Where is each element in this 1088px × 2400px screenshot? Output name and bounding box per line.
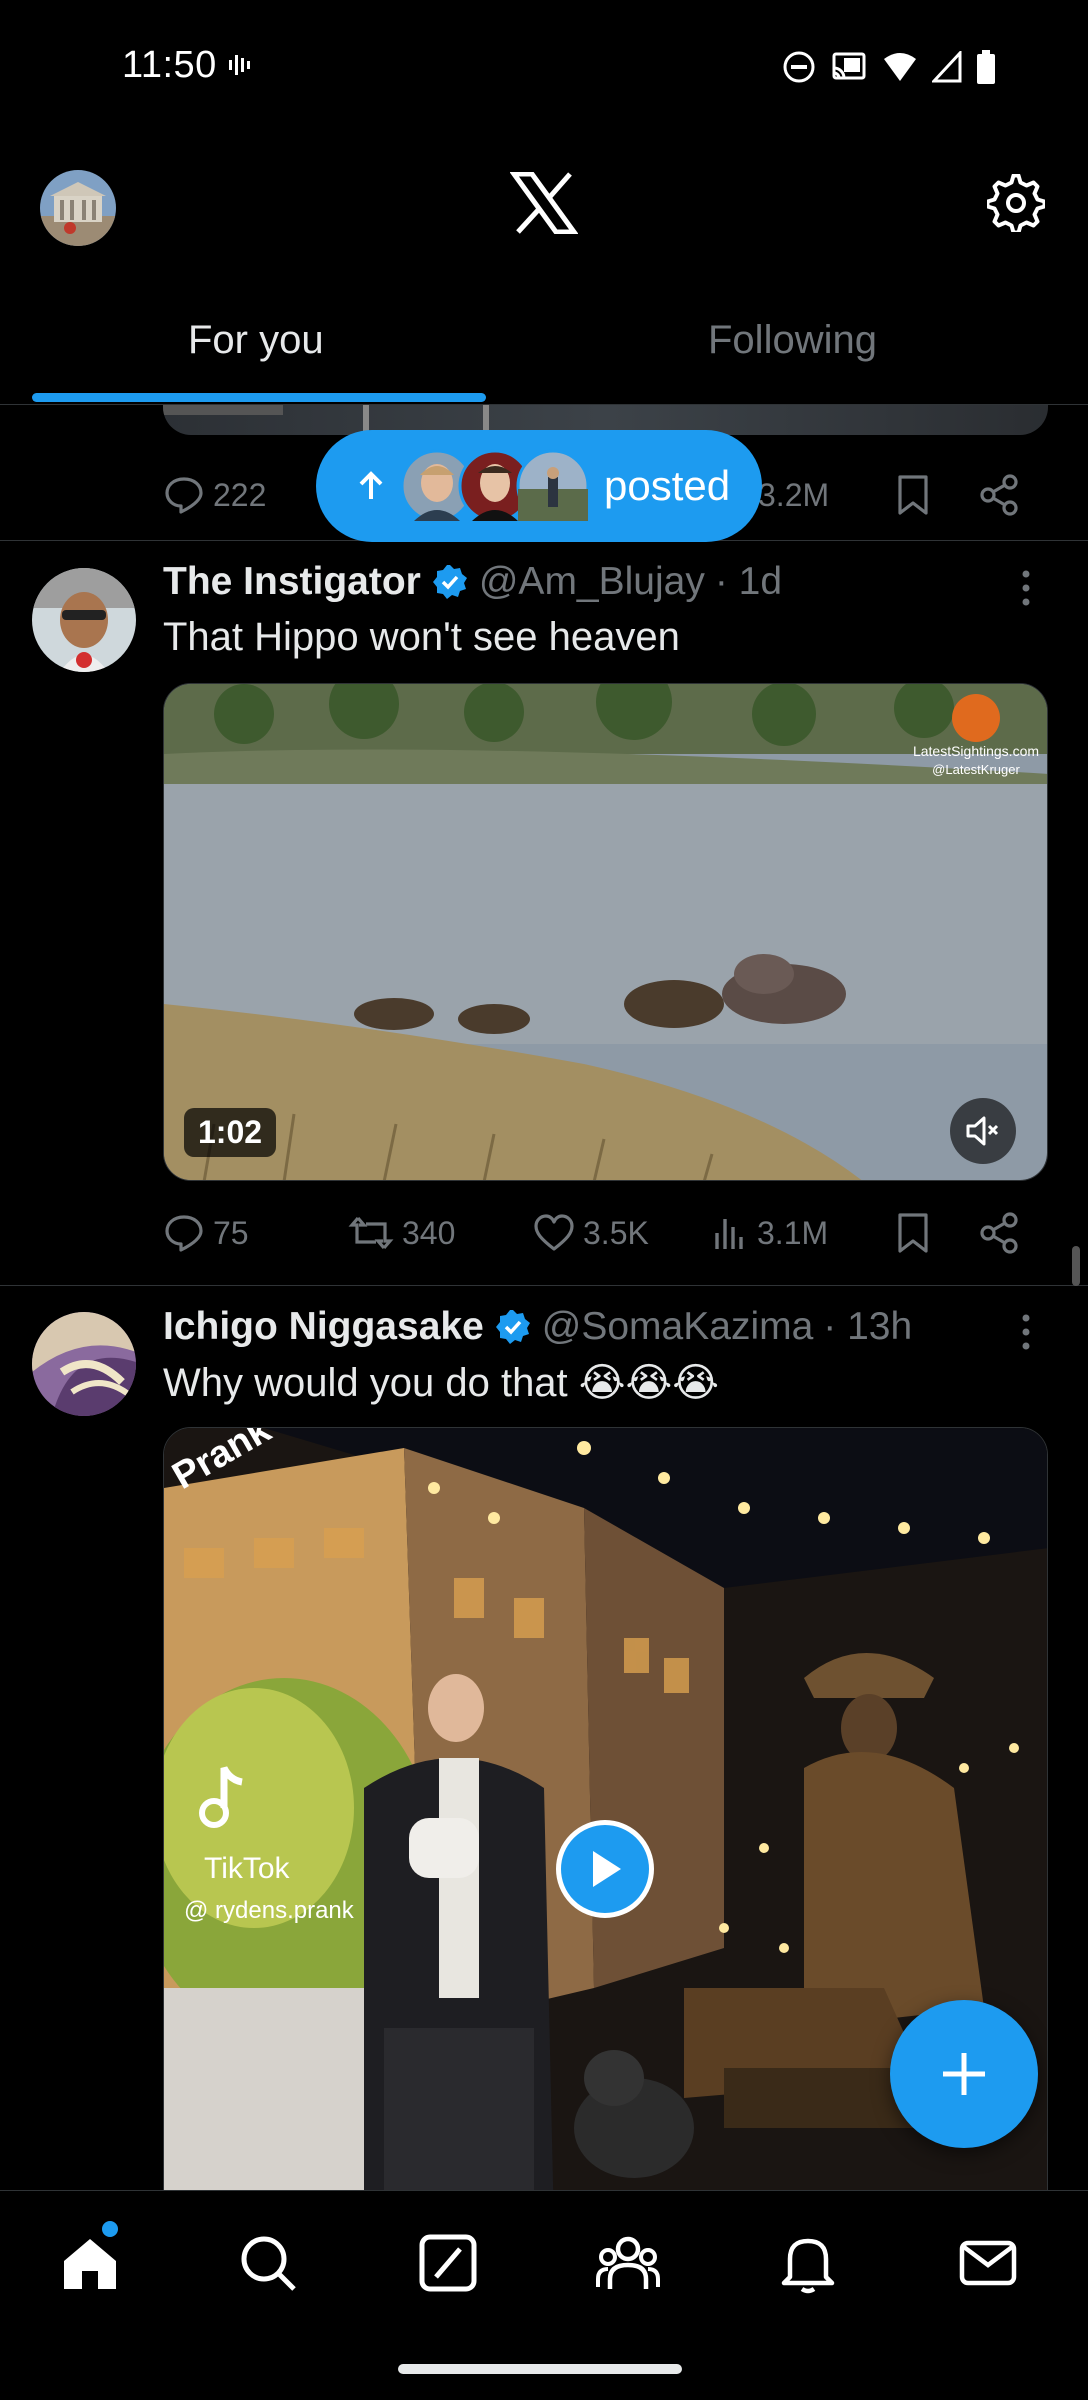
reply-count: 75 [213, 1214, 249, 1251]
verified-badge-icon [432, 565, 467, 599]
gear-icon[interactable] [987, 174, 1045, 232]
tweet-header: The Instigator @Am_Blujay · 1d [163, 560, 782, 604]
tweet-header: Ichigo Niggasake @SomaKazima · 13h [163, 1305, 912, 1349]
reply-button[interactable]: 222 [163, 474, 266, 516]
share-icon [980, 474, 1018, 516]
tweet-author-avatar[interactable] [32, 568, 136, 672]
share-button[interactable] [978, 1211, 1022, 1255]
tweet-author-avatar[interactable] [32, 1312, 136, 1416]
views-button[interactable]: 3.2M [758, 477, 829, 514]
play-button[interactable] [556, 1820, 654, 1918]
grok-icon[interactable] [416, 2231, 480, 2295]
status-time: 11:50 [122, 44, 217, 86]
search-icon[interactable] [236, 2231, 300, 2295]
repost-icon [348, 1216, 394, 1250]
battery-icon [977, 50, 995, 84]
share-button[interactable] [978, 473, 1022, 517]
more-options-icon[interactable] [1014, 1312, 1038, 1352]
messages-icon[interactable] [956, 2231, 1020, 2295]
repost-button[interactable]: 340 [348, 1212, 455, 1254]
tweet-text: Why would you do that 😭😭😭 [163, 1361, 719, 1405]
notifications-icon[interactable] [776, 2231, 840, 2295]
like-count: 3.5K [583, 1214, 649, 1251]
reply-icon [165, 477, 203, 514]
mute-button[interactable] [950, 1098, 1016, 1164]
tweet-video[interactable]: LatestSightings.com @LatestKruger 1:02 [163, 683, 1048, 1181]
tweet-text: That Hippo won't see heaven [163, 615, 680, 659]
reply-icon [165, 1215, 203, 1252]
view-count: 3.2M [758, 476, 830, 513]
bookmark-button[interactable] [893, 473, 933, 517]
posted-avatars [400, 449, 590, 523]
tweet-divider [0, 1285, 1088, 1286]
wifi-icon [884, 53, 916, 81]
verified-badge-icon [495, 1310, 530, 1344]
tweet-time: · 1d [714, 560, 783, 603]
arrow-up-icon [359, 471, 383, 499]
new-posts-pill[interactable]: posted [316, 430, 762, 542]
home-notification-dot [102, 2221, 118, 2237]
reply-button[interactable]: 75 [163, 1212, 249, 1254]
bookmark-icon [898, 475, 928, 515]
video-watermark: LatestSightings.com [913, 743, 1039, 759]
video-frame: LatestSightings.com @LatestKruger [164, 684, 1047, 1180]
video-watermark-handle: @LatestKruger [932, 762, 1020, 777]
tab-following[interactable]: Following [708, 318, 877, 363]
play-icon [593, 1851, 621, 1887]
status-bar: 11:50 [0, 0, 1088, 140]
heart-icon [534, 1214, 574, 1251]
communities-icon[interactable] [596, 2231, 660, 2295]
view-count: 3.1M [757, 1214, 829, 1251]
do-not-disturb-icon [783, 51, 815, 83]
author-handle[interactable]: @SomaKazima [542, 1305, 814, 1349]
timeline-feed[interactable]: 222 3.2M The Instigator @Am_Blujay · 1d … [0, 405, 1088, 2190]
signal-icon [932, 51, 962, 83]
tweet-actions: 75 340 3.5K 3.1M [163, 1203, 1048, 1263]
more-options-icon[interactable] [1014, 568, 1038, 608]
posted-avatar-3 [516, 449, 590, 523]
profile-avatar[interactable] [40, 170, 116, 246]
share-icon [980, 1212, 1018, 1254]
compose-post-button[interactable] [890, 2000, 1038, 2148]
author-name[interactable]: Ichigo Niggasake [163, 1305, 484, 1349]
cast-icon [832, 52, 866, 80]
tweet-time: · 13h [823, 1305, 913, 1348]
author-handle[interactable]: @Am_Blujay [479, 560, 705, 604]
home-icon[interactable] [58, 2231, 122, 2295]
tiktok-handle: @ rydens.prank [184, 1897, 355, 1924]
like-button[interactable]: 3.5K [533, 1213, 649, 1253]
scrollbar-thumb[interactable] [1072, 1246, 1080, 1286]
tab-for-you[interactable]: For you [188, 318, 324, 363]
video-duration: 1:02 [184, 1108, 277, 1157]
reply-count: 222 [213, 476, 267, 513]
bookmark-button[interactable] [893, 1211, 933, 1255]
avatar-photo [32, 568, 136, 672]
tiktok-label: TikTok [204, 1852, 291, 1885]
timeline-tabs: For you Following [0, 290, 1088, 405]
analytics-icon [715, 1219, 743, 1249]
status-icons [782, 50, 996, 84]
views-button[interactable]: 3.1M [711, 1213, 828, 1253]
x-logo-icon[interactable] [510, 172, 578, 234]
tab-indicator [32, 393, 486, 402]
audio-wave-icon [229, 55, 250, 75]
avatar-photo [32, 1312, 136, 1416]
author-name[interactable]: The Instigator [163, 560, 421, 604]
speaker-muted-icon [966, 1116, 999, 1146]
gesture-home-bar[interactable] [398, 2364, 682, 2374]
repost-count: 340 [402, 1214, 456, 1251]
profile-photo [40, 170, 116, 246]
bookmark-icon [898, 1213, 928, 1253]
new-posts-label: posted [604, 462, 731, 509]
plus-icon [943, 2053, 985, 2095]
